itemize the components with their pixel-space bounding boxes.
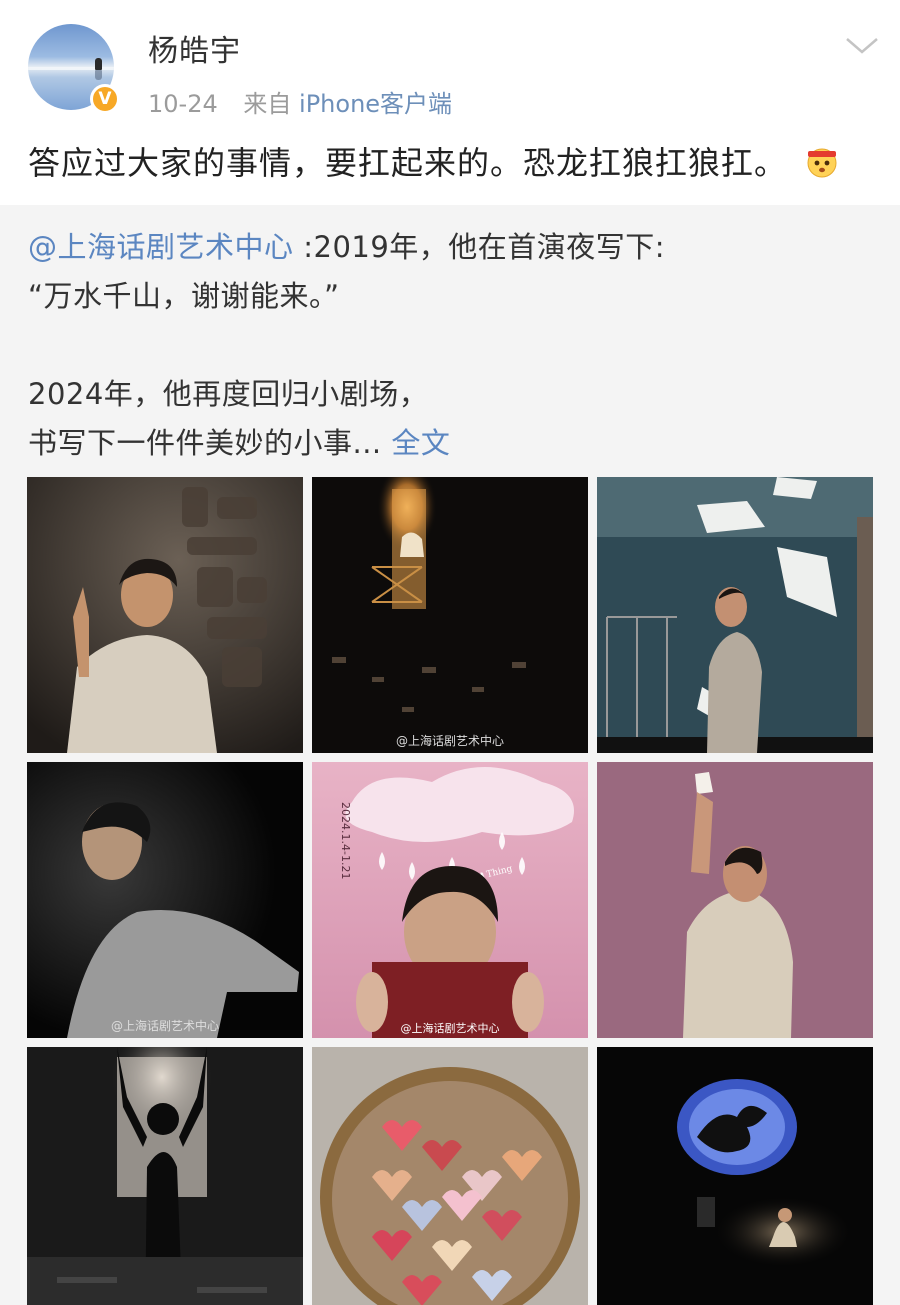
- post-date: 10-24: [148, 90, 218, 118]
- post-header: V 杨皓宇 10-24 来自 iPhone客户端: [0, 0, 900, 128]
- source-prefix: 来自: [243, 90, 292, 118]
- source-client[interactable]: iPhone客户端: [299, 90, 452, 118]
- repost-line-2: “万水千山，谢谢能来。”: [28, 279, 340, 313]
- face-with-headband-emoji-icon: [807, 148, 837, 178]
- photo-2[interactable]: @上海话剧艺术中心: [312, 477, 588, 753]
- repost-line-4: 书写下一件件美妙的小事... 全文: [28, 426, 451, 460]
- post-text: 答应过大家的事情，要扛起来的。恐龙扛狼扛狼扛。: [28, 144, 788, 182]
- poster-date: 2024.1.4-1.21: [339, 802, 352, 879]
- photo-6[interactable]: [597, 762, 873, 1038]
- photo-1[interactable]: [27, 477, 303, 753]
- chevron-down-icon[interactable]: [842, 30, 882, 60]
- photo-4[interactable]: @上海话剧艺术中心: [27, 762, 303, 1038]
- repost-line-1: @上海话剧艺术中心 :2019年，他在首演夜写下:: [28, 230, 666, 264]
- photo-9[interactable]: [597, 1047, 873, 1305]
- image-watermark: @上海话剧艺术中心: [401, 1021, 500, 1035]
- repost-line-3: 2024年，他再度回归小剧场，: [28, 377, 429, 411]
- image-watermark: @上海话剧艺术中心: [396, 733, 504, 748]
- mention-link[interactable]: @上海话剧艺术中心: [28, 230, 294, 264]
- photo-5-poster[interactable]: 2024.1.4-1.21 Every Brilliant Thing @上海话…: [312, 762, 588, 1038]
- repost-text: @上海话剧艺术中心 :2019年，他在首演夜写下: “万水千山，谢谢能来。” 2…: [28, 223, 665, 468]
- post-meta: 10-24 来自 iPhone客户端: [148, 84, 452, 119]
- image-watermark: @上海话剧艺术中心: [111, 1018, 219, 1033]
- username[interactable]: 杨皓宇: [148, 26, 241, 70]
- post-body: 答应过大家的事情，要扛起来的。恐龙扛狼扛狼扛。: [28, 138, 840, 184]
- verified-badge-icon: V: [90, 84, 120, 114]
- expand-full-text-link[interactable]: 全文: [391, 426, 450, 460]
- avatar[interactable]: V: [28, 24, 120, 116]
- photo-7[interactable]: [27, 1047, 303, 1305]
- photo-8-hearts[interactable]: [312, 1047, 588, 1305]
- photo-3[interactable]: [597, 477, 873, 753]
